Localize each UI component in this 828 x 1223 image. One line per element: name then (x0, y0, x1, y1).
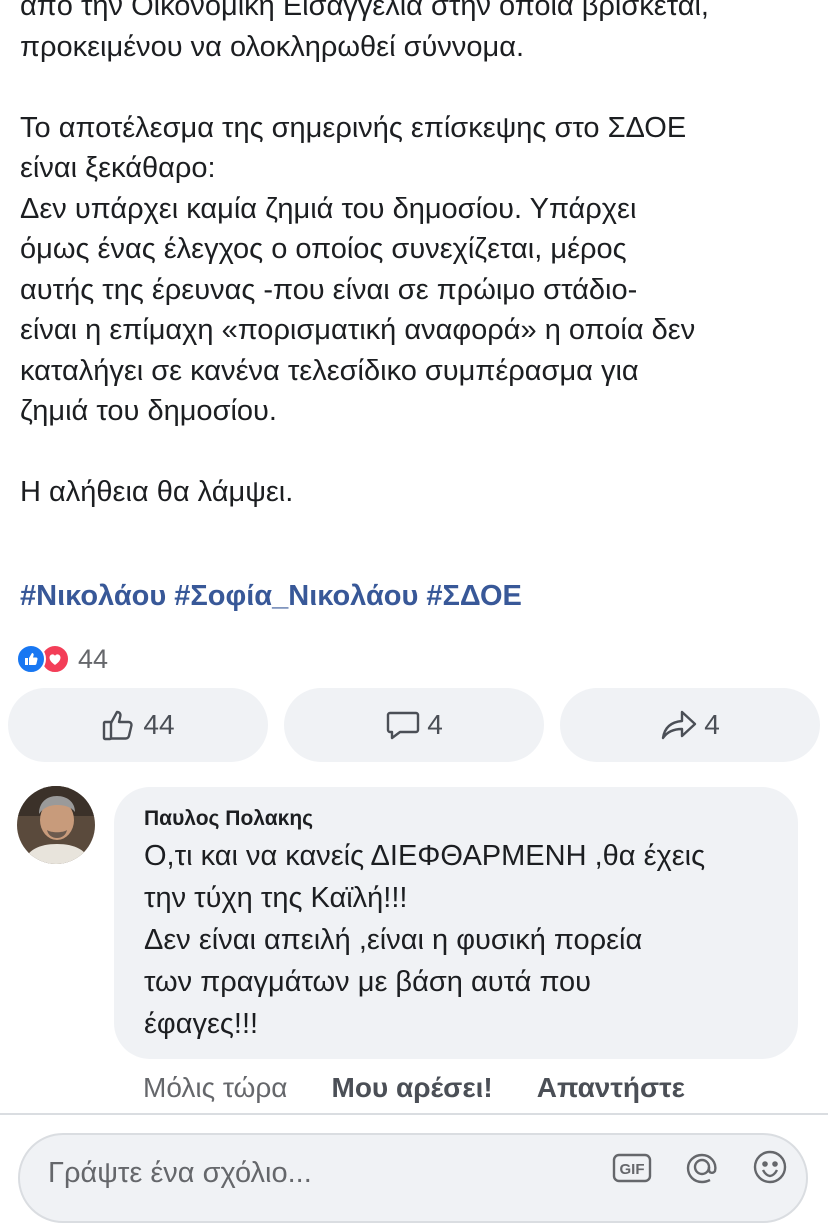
comment-count: 4 (427, 709, 443, 740)
comment-text: Ο,τι και να κανείς ΔΙΕΦΘΑΡΜΕΝΗ ,θα έχεις… (144, 835, 770, 1045)
comment-timestamp: Μόλις τώρα (143, 1072, 288, 1103)
divider (0, 1113, 828, 1115)
emoji-icon[interactable] (748, 1145, 792, 1194)
like-count: 44 (143, 709, 175, 740)
comment-bubble: Παυλος Πολακης Ο,τι και να κανείς ΔΙΕΦΘΑ… (114, 787, 798, 1059)
thumbs-up-icon (101, 707, 137, 743)
post-body: από την Οικονομική Εισαγγελία στην οποία… (20, 0, 810, 513)
mention-icon[interactable] (680, 1145, 724, 1194)
reaction-summary[interactable]: 44 (16, 641, 108, 677)
hashtag-link[interactable]: #Νικολάου (20, 580, 166, 612)
share-count: 4 (704, 709, 720, 740)
share-button[interactable]: 4 (560, 688, 820, 762)
comment-line: Δεν είναι απειλή ,είναι η φυσική πορεία (144, 924, 643, 956)
commenter-avatar[interactable] (17, 786, 95, 864)
gif-icon[interactable]: GIF (610, 1145, 654, 1194)
comment-line: των πραγμάτων με βάση αυτά που (144, 966, 592, 998)
share-arrow-icon (660, 707, 698, 743)
post-line: όμως ένας έλεγχος ο οποίος συνεχίζεται, … (20, 233, 627, 265)
hashtag-link[interactable]: #ΣΔΟΕ (426, 580, 522, 612)
comment-input[interactable] (46, 1149, 570, 1197)
comment-reply-link[interactable]: Απαντήστε (537, 1072, 685, 1104)
comment-bubble-icon (385, 707, 421, 743)
comment-like-link[interactable]: Μου αρέσει! (332, 1072, 493, 1104)
post-line: είναι η επίμαχη «πορισματική αναφορά» η … (20, 314, 696, 346)
post-line: είναι ξεκάθαρο: (20, 152, 216, 184)
post-closing-line: Η αλήθεια θα λάμψει. (20, 476, 294, 508)
post-line: από την Οικονομική Εισαγγελία στην οποία… (20, 0, 709, 22)
comment-author[interactable]: Παυλος Πολακης (144, 805, 770, 833)
post-line: Το αποτέλεσμα της σημερινής επίσκεψης στ… (20, 111, 687, 144)
post-line: αυτής της έρευνας -που είναι σε πρώιμο σ… (20, 273, 638, 306)
comment-button[interactable]: 4 (284, 688, 544, 762)
like-reaction-icon (16, 644, 46, 674)
hashtag-link[interactable]: #Σοφία_Νικολάου (174, 580, 418, 612)
post-line: ζημιά του δημοσίου. (20, 395, 277, 427)
like-button[interactable]: 44 (8, 688, 268, 762)
post-line: Δεν υπάρχει καμία ζημιά του δημοσίου. Υπ… (20, 192, 637, 225)
comment-composer: GIF (18, 1133, 808, 1223)
comment-line: Ο,τι και να κανείς ΔΙΕΦΘΑΡΜΕΝΗ ,θα έχεις (144, 840, 706, 872)
reaction-count: 44 (78, 643, 109, 674)
gif-label: GIF (620, 1161, 645, 1178)
hashtag-list: #Νικολάου #Σοφία_Νικολάου #ΣΔΟΕ (20, 580, 530, 613)
comment-meta: Μόλις τώρα Μου αρέσει! Απαντήστε (143, 1072, 685, 1104)
comment-line: έφαγες!!! (144, 1008, 259, 1040)
post-line: προκειμένου να ολοκληρωθεί σύννομα. (20, 30, 525, 63)
post-line: καταλήγει σε κανένα τελεσίδικο συμπέρασμ… (20, 354, 639, 387)
comment-line: την τύχη της Καϊλή!!! (144, 882, 408, 914)
